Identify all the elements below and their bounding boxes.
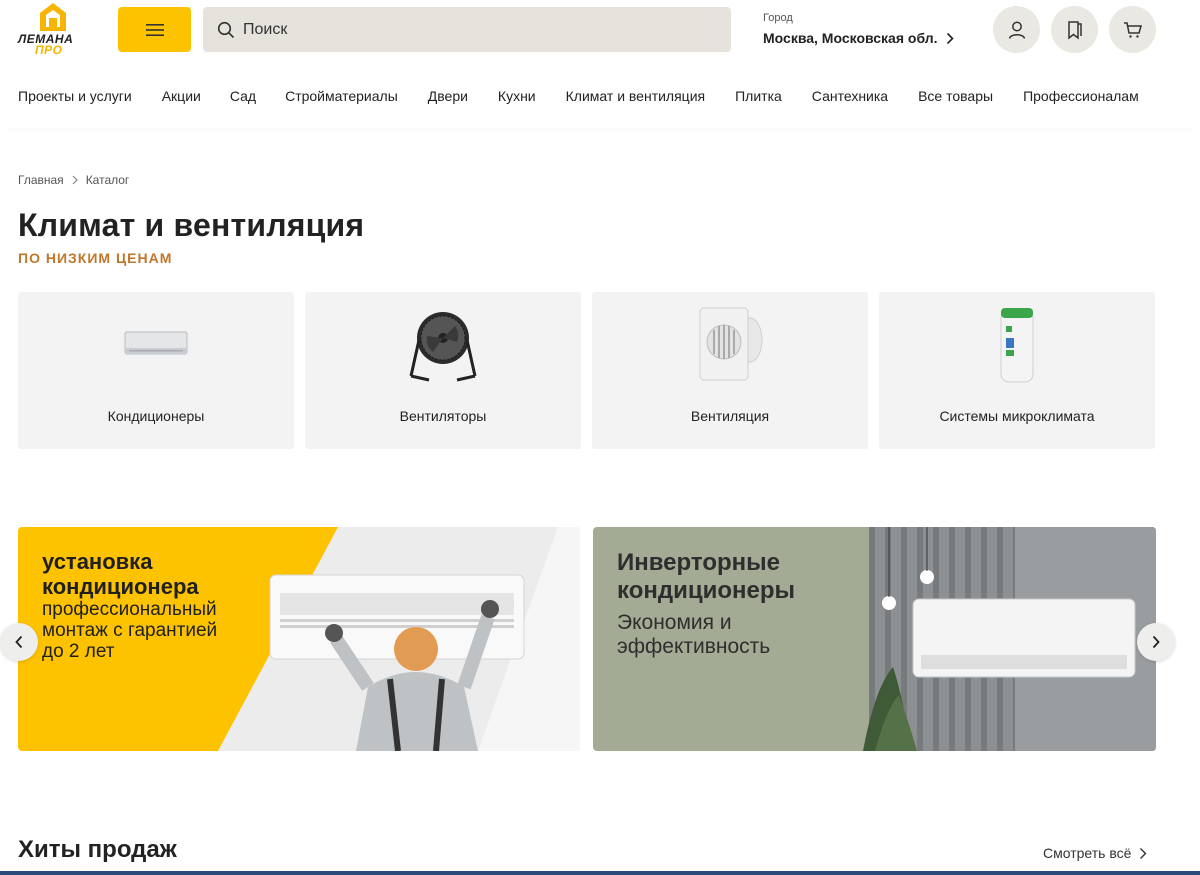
favorites-button[interactable] [1051,6,1098,53]
catalog-menu-button[interactable] [118,7,191,52]
category-name: Вентиляция [690,408,770,424]
page-subtitle: ПО НИЗКИМ ЦЕНАМ [18,250,173,266]
hamburger-icon [145,23,164,36]
banner-ac-installation[interactable]: установка кондиционера профессиональный … [18,527,580,751]
breadcrumb-catalog[interactable]: Каталог [86,173,130,187]
banner-installation-text: профессиональный монтаж с гарантией до 2… [42,599,218,662]
air-purifier-image [1000,308,1034,383]
banner-inverter-text: Экономия и эффективность [617,611,771,658]
see-all-link[interactable]: Смотреть всё [1043,845,1147,861]
window-bottom-edge [0,871,1200,875]
nav-item-doors[interactable]: Двери [428,88,468,104]
logo-word-2: ПРО [35,43,63,57]
category-image-wrap [18,304,294,384]
nav-item-professionals[interactable]: Профессионалам [1023,88,1139,104]
category-card-air-conditioners[interactable]: Кондиционеры [18,292,294,449]
logo[interactable]: ЛЕМАНА ПРО [16,2,88,58]
banner-installation-title: установка кондиционера [42,549,199,599]
nav-item-garden[interactable]: Сад [230,88,256,104]
nav-item-projects[interactable]: Проекты и услуги [18,88,132,104]
main-nav: Проекты и услуги Акции Сад Стройматериал… [18,88,1139,104]
profile-button[interactable] [993,6,1040,53]
search-bar [203,7,731,52]
nav-item-climate[interactable]: Климат и вентиляция [566,88,705,104]
breadcrumb: Главная Каталог [18,173,129,187]
exhaust-fan-image [699,307,763,381]
city-value: Москва, Московская обл. [763,30,938,46]
carousel-next-button[interactable] [1137,623,1175,661]
chevron-right-icon [72,175,78,185]
chevron-right-icon [1152,635,1160,649]
chevron-left-icon [15,635,23,649]
nav-item-promotions[interactable]: Акции [162,88,201,104]
search-input[interactable] [243,20,703,39]
header: ЛЕМАНА ПРО Город Москва, Московская обл. [0,0,1200,128]
chevron-right-icon [946,32,954,44]
user-icon [1008,21,1025,39]
carousel-prev-button[interactable] [0,623,38,661]
category-image-wrap [879,304,1155,384]
nav-item-plumbing[interactable]: Сантехника [812,88,888,104]
category-card-ventilation[interactable]: Вентиляция [592,292,868,449]
see-all-label: Смотреть всё [1043,845,1132,861]
section-title-bestsellers: Хиты продаж [18,836,177,863]
breadcrumb-home[interactable]: Главная [18,173,64,187]
category-image-wrap [305,304,581,384]
page-title: Климат и вентиляция [18,207,365,243]
chevron-right-icon [1140,847,1147,859]
nav-item-building-materials[interactable]: Стройматериалы [285,88,398,104]
logo-house-icon [40,3,66,31]
category-name: Системы микроклимата [939,408,1095,424]
city-value-row: Москва, Московская обл. [763,30,973,46]
city-label: Город [763,12,793,24]
category-card-fans[interactable]: Вентиляторы [305,292,581,449]
category-name: Вентиляторы [399,408,487,424]
banner-inverter-ac[interactable]: Инверторные кондиционеры Экономия и эффе… [593,527,1156,751]
category-image-wrap [592,304,868,384]
floor-fan-image [409,312,477,382]
nav-item-tiles[interactable]: Плитка [735,88,782,104]
cart-icon [1123,21,1142,38]
air-conditioner-image [124,331,188,355]
category-name: Кондиционеры [107,408,205,424]
bookmark-list-icon [1067,20,1082,40]
cart-button[interactable] [1109,6,1156,53]
nav-item-kitchens[interactable]: Кухни [498,88,536,104]
banner-inverter-title: Инверторные кондиционеры [617,549,796,604]
search-icon [217,21,235,38]
city-selector[interactable]: Город Москва, Московская обл. [763,12,973,46]
category-card-microclimate[interactable]: Системы микроклимата [879,292,1155,449]
nav-item-all-products[interactable]: Все товары [918,88,993,104]
